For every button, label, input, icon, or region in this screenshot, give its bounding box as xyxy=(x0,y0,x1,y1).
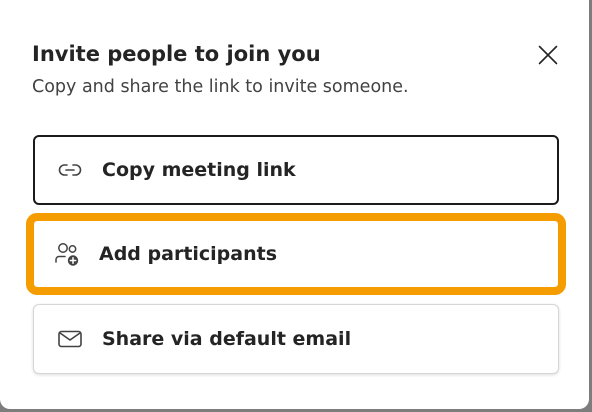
add-participants-label: Add participants xyxy=(99,243,278,265)
share-via-email-button[interactable]: Share via default email xyxy=(33,304,559,374)
close-icon xyxy=(538,45,558,65)
dialog-title: Invite people to join you xyxy=(32,42,321,66)
mail-icon xyxy=(56,325,84,353)
copy-meeting-link-label: Copy meeting link xyxy=(102,159,296,181)
copy-meeting-link-button[interactable]: Copy meeting link xyxy=(33,135,559,205)
dialog-header: Invite people to join you Copy and share… xyxy=(32,40,409,99)
share-via-email-label: Share via default email xyxy=(102,328,352,350)
page: Invite people to join you Copy and share… xyxy=(0,0,592,412)
add-participants-icon xyxy=(53,240,81,268)
invite-dialog: Invite people to join you Copy and share… xyxy=(0,0,589,409)
close-button[interactable] xyxy=(532,39,564,71)
add-participants-button[interactable]: Add participants xyxy=(26,213,566,295)
dialog-subtitle: Copy and share the link to invite someon… xyxy=(32,77,409,97)
link-icon xyxy=(56,156,84,184)
